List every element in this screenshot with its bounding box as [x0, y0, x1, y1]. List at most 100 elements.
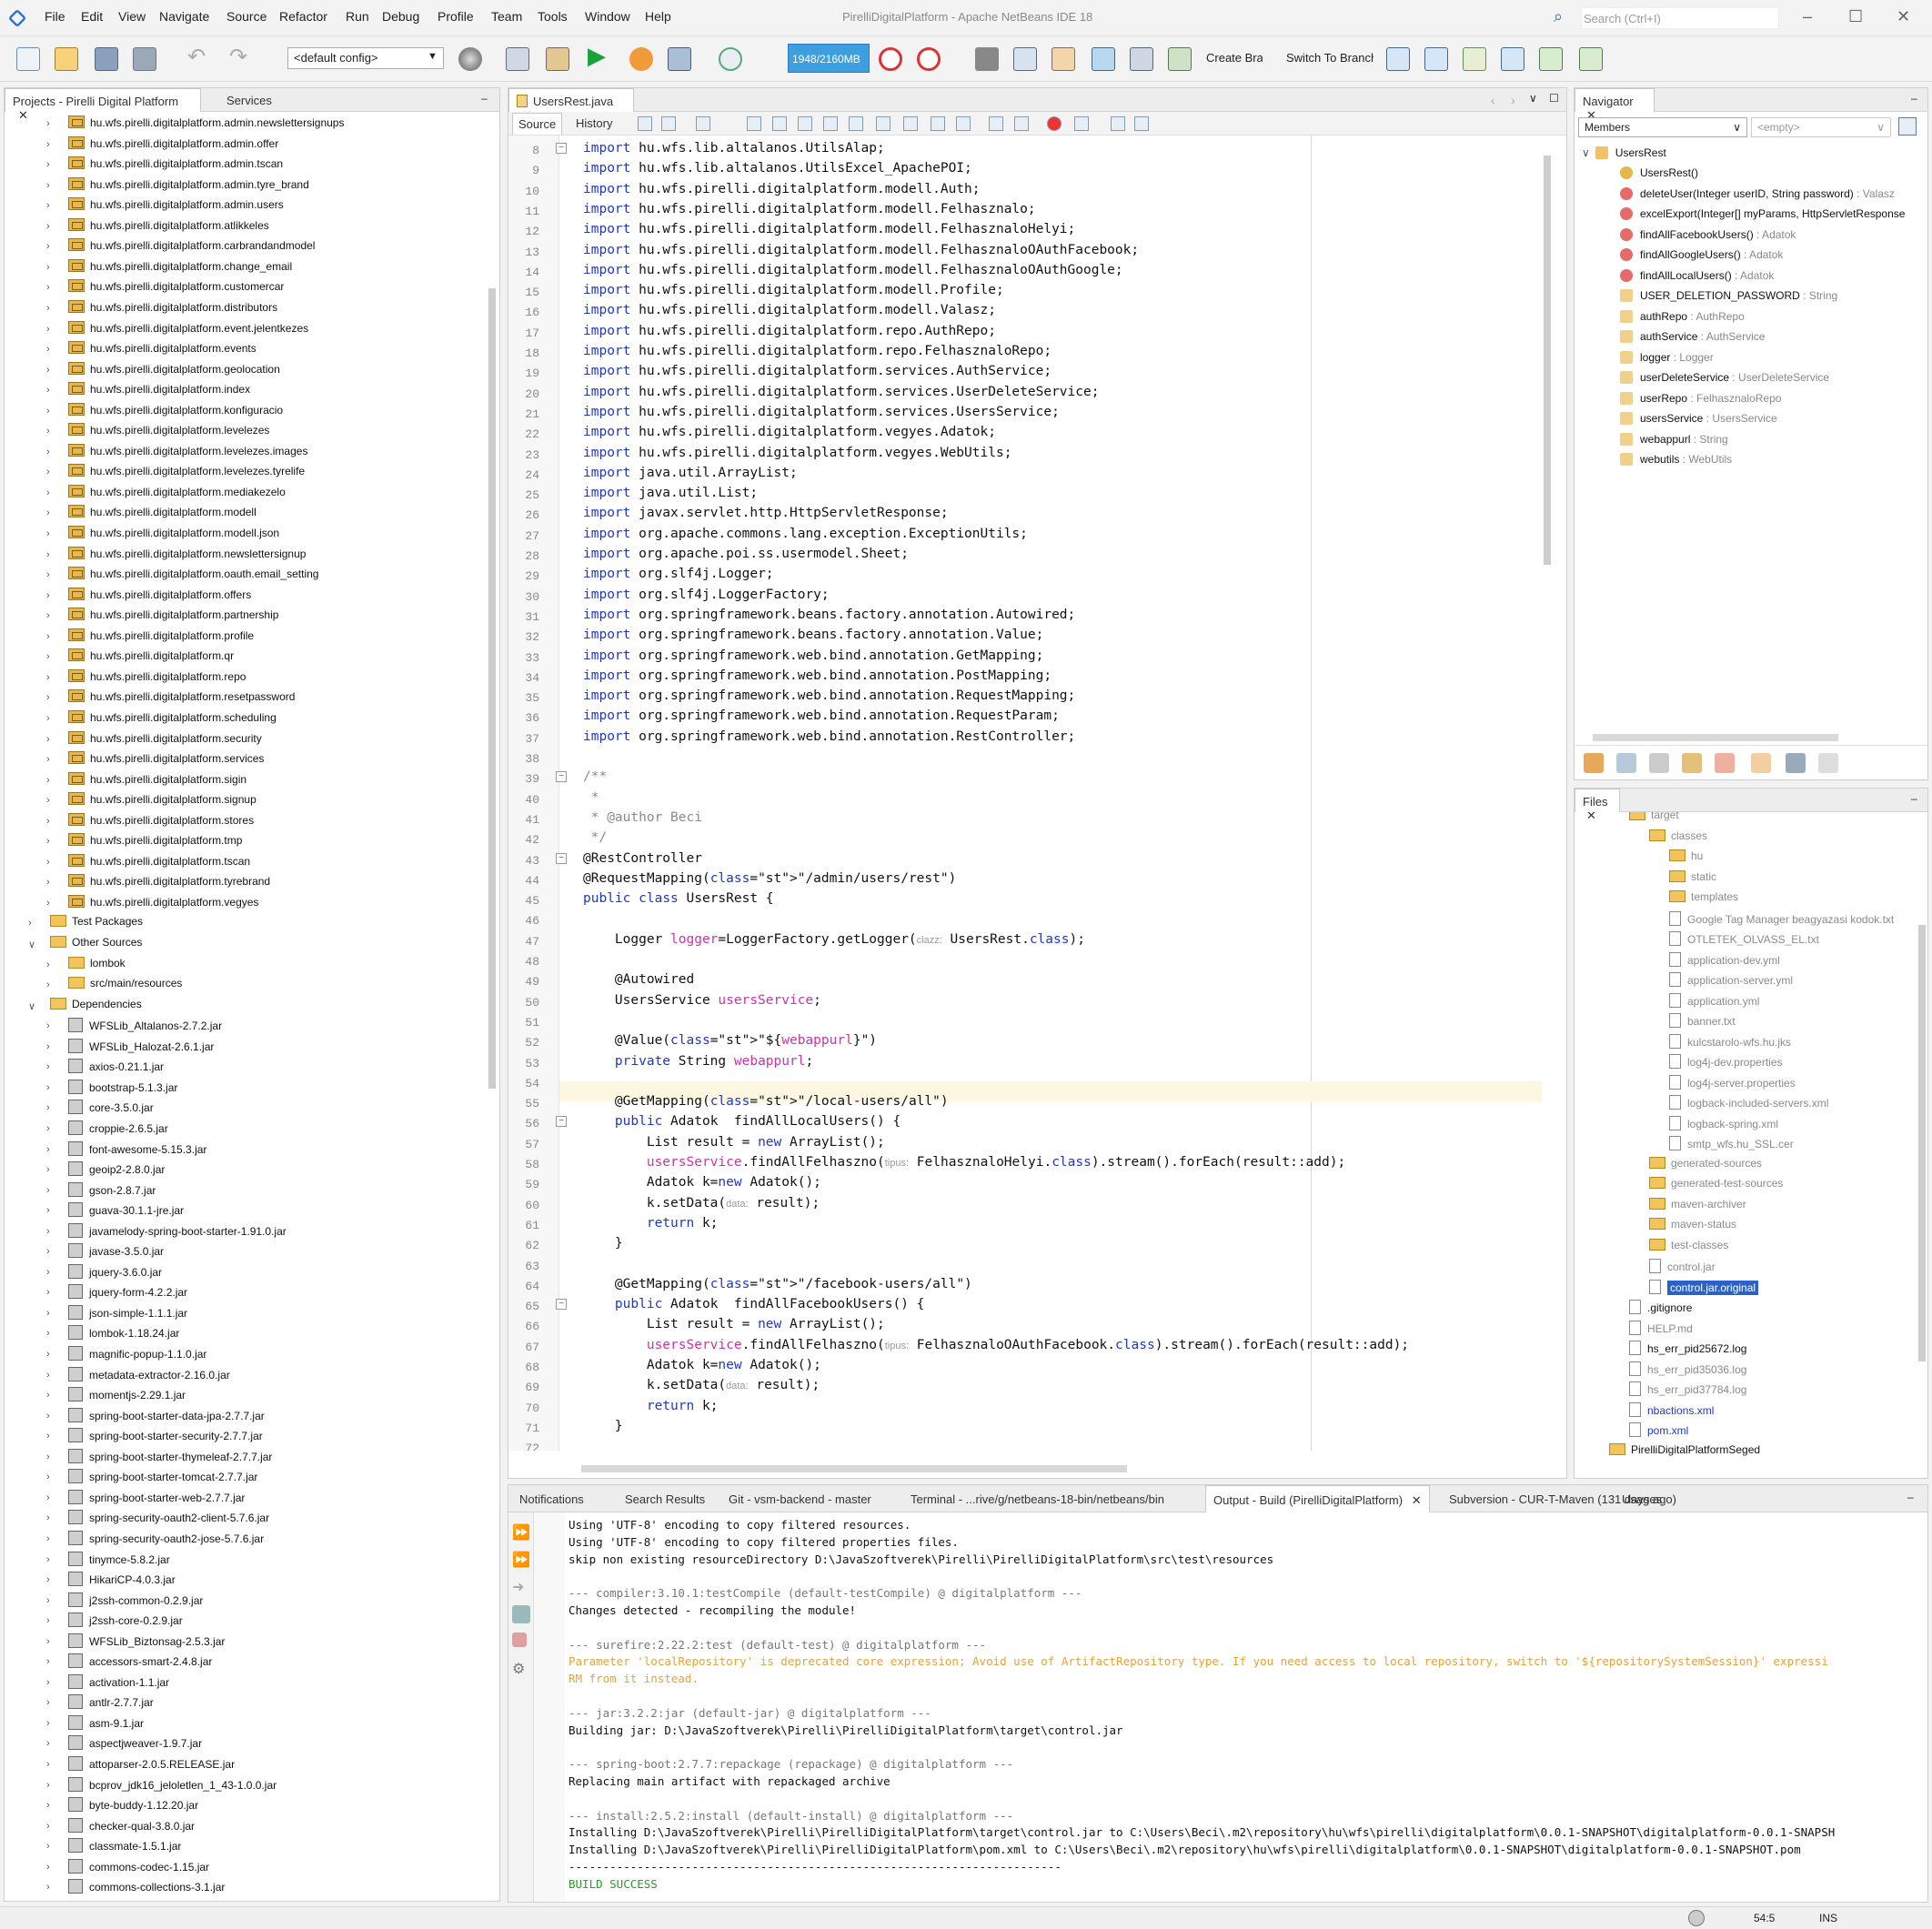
sort-icon[interactable] — [1786, 753, 1806, 773]
package-item[interactable]: › hu.wfs.pirelli.digitalplatform.tscan — [46, 853, 250, 874]
code-line[interactable]: import java.util.List; — [583, 486, 1545, 506]
dependency-jar-item[interactable]: › HikariCP-4.0.3.jar — [46, 1572, 176, 1592]
members-filter-select[interactable]: Members ∨ — [1578, 117, 1747, 137]
dependency-jar-item[interactable]: › tinymce-5.8.2.jar — [46, 1551, 170, 1572]
code-line[interactable]: return k; — [583, 1216, 1545, 1236]
menu-source[interactable]: Source — [226, 9, 267, 24]
file-tree-item[interactable]: generated-test-sources — [1649, 1177, 1783, 1197]
file-tree-item[interactable]: static — [1669, 869, 1716, 890]
dependency-jar-item[interactable]: › bcprov_jdk16_jeloletlen_1_43-1.0.0.jar — [46, 1776, 277, 1797]
code-line[interactable]: public Adatok findAllLocalUsers() { — [583, 1114, 1545, 1134]
file-tree-item[interactable]: generated-sources — [1649, 1156, 1762, 1177]
file-tree-item[interactable]: smtp_wfs.hu_SSL.cer — [1669, 1136, 1794, 1156]
code-line[interactable]: import hu.wfs.pirelli.digitalplatform.se… — [583, 405, 1545, 425]
package-item[interactable]: › hu.wfs.pirelli.digitalplatform.customer… — [46, 279, 284, 299]
code-line[interactable]: /** — [583, 769, 1545, 789]
code-line[interactable]: import hu.wfs.pirelli.digitalplatform.mo… — [583, 202, 1545, 222]
package-item[interactable]: › hu.wfs.pirelli.digitalplatform.change_e… — [46, 258, 292, 279]
chevron-right-icon[interactable]: › — [46, 1431, 50, 1442]
code-line[interactable]: usersService.findAllFelhaszno(tipus: Fel… — [583, 1155, 1545, 1175]
code-line[interactable]: import hu.wfs.lib.altalanos.UtilsExcel_A… — [583, 161, 1545, 181]
chevron-right-icon[interactable]: › — [46, 1738, 50, 1749]
chevron-right-icon[interactable]: › — [46, 1185, 50, 1196]
package-item[interactable]: › hu.wfs.pirelli.digitalplatform.carbrand… — [46, 238, 315, 258]
chevron-right-icon[interactable]: › — [46, 713, 50, 724]
fold-icon[interactable]: − — [556, 1116, 567, 1128]
file-tree-item[interactable]: test-classes — [1649, 1238, 1728, 1259]
dependency-jar-item[interactable]: › spring-boot-starter-data-jpa-2.7.7.jar — [46, 1407, 265, 1428]
editor-tool-icon[interactable] — [876, 116, 891, 131]
dependency-jar-item[interactable]: › spring-security-oauth2-jose-5.7.6.jar — [46, 1530, 264, 1551]
file-tree-item[interactable]: banner.txt — [1669, 1013, 1736, 1033]
minimize-icon[interactable]: – — [1803, 7, 1812, 26]
chevron-right-icon[interactable]: › — [46, 487, 50, 498]
run-file-icon[interactable] — [719, 47, 742, 71]
chevron-right-icon[interactable]: › — [46, 651, 50, 662]
code-line[interactable]: @RestController — [583, 851, 1545, 871]
editor-tool-icon[interactable] — [956, 116, 971, 131]
package-item[interactable]: › hu.wfs.pirelli.digitalplatform.mediakez… — [46, 484, 286, 505]
tab-history[interactable]: History — [570, 113, 618, 136]
file-tree-item[interactable]: kulcstarolo-wfs.hu.jks — [1669, 1033, 1791, 1054]
chevron-right-icon[interactable]: › — [46, 1821, 50, 1832]
chevron-right-icon[interactable]: › — [46, 1144, 50, 1155]
dependency-jar-item[interactable]: › javase-3.5.0.jar — [46, 1243, 164, 1263]
package-item[interactable]: › hu.wfs.pirelli.digitalplatform.newslett… — [46, 546, 306, 567]
file-tree-item[interactable]: HELP.md — [1629, 1320, 1693, 1341]
editor-tool-icon[interactable] — [798, 116, 812, 131]
chevron-right-icon[interactable]: › — [46, 1328, 50, 1339]
code-line[interactable]: k.setData(data: result); — [583, 1378, 1545, 1398]
code-line[interactable]: UsersService usersService; — [583, 993, 1545, 1013]
code-line[interactable]: import hu.wfs.pirelli.digitalplatform.mo… — [583, 263, 1545, 283]
code-line[interactable] — [583, 1013, 1545, 1033]
profile-memory-icon[interactable] — [917, 47, 941, 71]
dependency-jar-item[interactable]: › checker-qual-3.8.0.jar — [46, 1817, 195, 1838]
menu-debug[interactable]: Debug — [382, 9, 419, 24]
save-all-icon[interactable] — [133, 47, 156, 71]
editor-scrollbar[interactable] — [1544, 156, 1551, 565]
package-item[interactable]: › hu.wfs.pirelli.digitalplatform.partners… — [46, 608, 278, 628]
package-item[interactable]: › hu.wfs.pirelli.digitalplatform.oauth.em… — [46, 567, 318, 587]
chevron-right-icon[interactable]: › — [46, 1512, 50, 1523]
code-line[interactable]: import org.apache.poi.ss.usermodel.Sheet… — [583, 547, 1545, 567]
file-tree-item[interactable]: target — [1629, 812, 1679, 829]
chevron-right-icon[interactable]: › — [46, 139, 50, 150]
dependency-jar-item[interactable]: › gson-2.8.7.jar — [46, 1181, 156, 1202]
code-line[interactable]: import org.slf4j.LoggerFactory; — [583, 588, 1545, 608]
dependency-jar-item[interactable]: › bootstrap-5.1.3.jar — [46, 1079, 177, 1100]
package-item[interactable]: › hu.wfs.pirelli.digitalplatform.leveleze… — [46, 443, 307, 464]
chevron-right-icon[interactable]: › — [46, 1226, 50, 1237]
code-line[interactable] — [583, 952, 1545, 972]
package-item[interactable]: › hu.wfs.pirelli.digitalplatform.event.je… — [46, 320, 308, 341]
dependency-jar-item[interactable]: › axios-0.21.1.jar — [46, 1059, 164, 1079]
dependency-jar-item[interactable]: › j2ssh-core-0.2.9.jar — [46, 1613, 183, 1633]
code-line[interactable]: import hu.wfs.pirelli.digitalplatform.se… — [583, 385, 1545, 405]
editor-tool-icon[interactable] — [849, 116, 863, 131]
dependency-jar-item[interactable]: › font-awesome-5.15.3.jar — [46, 1140, 206, 1161]
chevron-right-icon[interactable]: › — [1511, 93, 1515, 107]
file-tree-item[interactable]: logback-spring.xml — [1669, 1115, 1778, 1136]
gc-icon[interactable] — [879, 47, 902, 71]
package-item[interactable]: › hu.wfs.pirelli.digitalplatform.tmp — [46, 833, 242, 853]
file-tree-item[interactable]: hs_err_pid25672.log — [1629, 1341, 1746, 1361]
create-branch-button[interactable]: Create Branch — [1206, 51, 1263, 65]
file-tree-item[interactable]: application-server.yml — [1669, 972, 1793, 992]
code-line[interactable]: } — [583, 1236, 1545, 1256]
dependency-jar-item[interactable]: › WFSLib_Altalanos-2.7.2.jar — [46, 1018, 222, 1038]
chevron-right-icon[interactable]: › — [46, 1697, 50, 1708]
code-line[interactable]: @RequestMapping(class="st">"/admin/users… — [583, 871, 1545, 891]
navigator-member[interactable]: usersService : UsersService — [1620, 412, 1777, 432]
switch-branch-button[interactable]: Switch To Branch — [1286, 51, 1374, 65]
dependency-jar-item[interactable]: › spring-security-oauth2-client-5.7.6.jar — [46, 1510, 269, 1530]
dependency-jar-item[interactable]: › commons-codec-1.15.jar — [46, 1858, 209, 1879]
code-line[interactable]: import org.slf4j.Logger; — [583, 567, 1545, 587]
chevron-right-icon[interactable]: › — [46, 549, 50, 560]
fold-icon[interactable]: − — [556, 1299, 567, 1311]
search-input[interactable]: Search (Ctrl+I) — [1581, 7, 1779, 29]
output-tab[interactable]: Search Results — [618, 1485, 712, 1512]
editor-tool-icon[interactable] — [823, 116, 838, 131]
editor-tool-icon[interactable] — [747, 116, 761, 131]
code-line[interactable]: import hu.wfs.pirelli.digitalplatform.ve… — [583, 425, 1545, 445]
dependency-jar-item[interactable]: › attoparser-2.0.5.RELEASE.jar — [46, 1756, 235, 1776]
other-sources-node[interactable]: ∨ Other Sources — [28, 936, 142, 956]
